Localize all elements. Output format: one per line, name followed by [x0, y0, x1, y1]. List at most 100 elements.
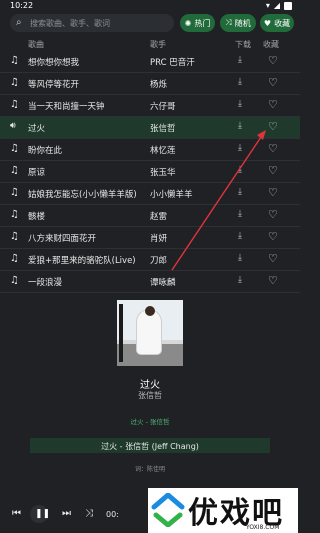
song-title: 想你想你想我	[28, 58, 80, 68]
pause-icon: ❚❚	[35, 509, 51, 519]
favorite-heart-icon[interactable]: ♡	[268, 76, 278, 89]
download-icon[interactable]: ⤓	[238, 143, 242, 153]
elapsed-time: 00:	[106, 510, 119, 519]
now-playing-title: 过火	[140, 380, 160, 391]
current-lyric-text: 过火 - 张信哲 (Jeff Chang)	[101, 442, 199, 451]
now-playing-label: 过火 - 张信哲	[130, 418, 170, 426]
shuffle-mode-icon[interactable]: ⤨	[85, 508, 93, 519]
favorite-heart-icon[interactable]: ♡	[268, 54, 278, 67]
song-artist: 小小懒羊羊	[150, 190, 193, 200]
favorite-heart-icon[interactable]: ♡	[268, 164, 278, 177]
header-favorite: 收藏	[263, 40, 279, 49]
table-row[interactable]: ♫ 骸楼 赵雷 ⤓ ♡	[0, 205, 300, 227]
table-row[interactable]: ♫ 八方来财四面花开 肖妍 ⤓ ♡	[0, 227, 300, 249]
filter-random-button[interactable]: ⤨ 随机	[220, 14, 256, 32]
search-placeholder: 搜索歌曲、歌手、歌词	[30, 19, 110, 28]
album-cover	[117, 300, 183, 366]
favorite-heart-icon[interactable]: ♡	[268, 120, 278, 133]
song-artist: 赵雷	[150, 212, 168, 222]
watermark: 优戏吧 YOXI8.COM	[148, 488, 298, 533]
song-artist: 张信哲	[150, 124, 176, 134]
download-icon[interactable]: ⤓	[238, 253, 242, 263]
song-title: 一段浪漫	[28, 278, 63, 288]
music-note-icon: ♫	[10, 209, 19, 220]
music-note-icon: ♫	[10, 275, 19, 286]
song-title: 爱狼+那里来的骆驼队(Live)	[28, 256, 136, 266]
speaker-icon: 🔊︎	[10, 121, 16, 131]
download-icon[interactable]: ⤓	[238, 77, 242, 87]
song-title: 姑娘我怎能忘(小小懒羊羊版)	[28, 190, 137, 200]
table-row[interactable]: 🔊︎ 过火 张信哲 ⤓ ♡	[0, 117, 300, 139]
table-row[interactable]: ♫ 爱狼+那里来的骆驼队(Live) 刀郎 ⤓ ♡	[0, 249, 300, 271]
signal-icon: ▾	[265, 1, 270, 10]
favorite-heart-icon[interactable]: ♡	[268, 208, 278, 221]
filter-hot-button[interactable]: ✺ 热门	[180, 14, 215, 32]
music-note-icon: ♫	[10, 55, 19, 66]
previous-icon[interactable]: ⏮	[12, 508, 21, 519]
download-icon[interactable]: ⤓	[238, 209, 242, 219]
lyric-credit: 词：陈佳明	[134, 466, 165, 473]
next-icon[interactable]: ⏭	[62, 508, 71, 519]
download-icon[interactable]: ⤓	[238, 275, 242, 285]
favorite-heart-icon[interactable]: ♡	[268, 230, 278, 243]
table-row[interactable]: ♫ 想你想你想我 PRC 巴音汗 ⤓ ♡	[0, 51, 300, 73]
song-artist: 刀郎	[150, 256, 168, 266]
table-row[interactable]: ♫ 姑娘我怎能忘(小小懒羊羊版) 小小懒羊羊 ⤓ ♡	[0, 183, 300, 205]
favorite-heart-icon[interactable]: ♡	[268, 98, 278, 111]
filter-favorite-label: 收藏	[274, 18, 291, 28]
download-icon[interactable]: ⤓	[238, 99, 242, 109]
song-artist: 六仔哥	[150, 102, 176, 112]
search-input[interactable]: ⌕ 搜索歌曲、歌手、歌词	[10, 14, 174, 32]
filter-hot-label: 热门	[194, 18, 211, 28]
status-bar: 10:22 ▾ ◢	[0, 0, 300, 14]
song-title: 原谅	[28, 168, 46, 178]
song-artist: 林忆莲	[150, 146, 176, 156]
music-note-icon: ♫	[10, 77, 19, 88]
song-title: 八方来财四面花开	[28, 234, 97, 244]
status-time: 10:22	[10, 1, 34, 10]
song-artist: 杨烁	[150, 80, 168, 90]
watermark-url: YOXI8.COM	[246, 524, 280, 531]
table-row[interactable]: ♫ 盼你在此 林忆莲 ⤓ ♡	[0, 139, 300, 161]
search-icon: ⌕	[16, 17, 22, 28]
status-icons: ▾ ◢	[266, 1, 292, 10]
top-bar: ⌕ 搜索歌曲、歌手、歌词 ✺ 热门 ⤨ 随机 ♥ 收藏	[0, 14, 300, 36]
download-icon[interactable]: ⤓	[238, 121, 242, 131]
player-controls: ⏮ ❚❚ ⏭ ⤨ 00:	[0, 495, 120, 531]
table-row[interactable]: ♫ 当一天和尚撞一天钟 六仔哥 ⤓ ♡	[0, 95, 300, 117]
favorite-heart-icon[interactable]: ♡	[268, 186, 278, 199]
battery-icon	[284, 1, 292, 10]
now-playing-artist: 张信哲	[138, 391, 162, 400]
song-artist: PRC 巴音汗	[150, 58, 195, 68]
heart-icon: ♥	[263, 18, 272, 28]
table-row[interactable]: ♫ 一段浪漫 谭咏麟 ⤓ ♡	[0, 271, 300, 293]
song-title: 过火	[28, 124, 46, 134]
song-table-header: 歌曲 歌手 下载 收藏	[0, 37, 300, 51]
favorite-heart-icon[interactable]: ♡	[268, 142, 278, 155]
pause-button[interactable]: ❚❚	[30, 505, 51, 523]
song-title: 当一天和尚撞一天钟	[28, 102, 105, 112]
header-download: 下载	[235, 40, 251, 49]
watermark-logo-icon	[151, 493, 185, 527]
music-note-icon: ♫	[10, 187, 19, 198]
download-icon[interactable]: ⤓	[238, 187, 242, 197]
favorite-heart-icon[interactable]: ♡	[268, 274, 278, 287]
filter-favorite-button[interactable]: ♥ 收藏	[260, 14, 294, 32]
download-icon[interactable]: ⤓	[238, 55, 242, 65]
song-title: 盼你在此	[28, 146, 63, 156]
music-note-icon: ♫	[10, 231, 19, 242]
table-row[interactable]: ♫ 等风停等花开 杨烁 ⤓ ♡	[0, 73, 300, 95]
wifi-icon: ◢	[273, 1, 280, 10]
song-artist: 谭咏麟	[150, 278, 176, 288]
download-icon[interactable]: ⤓	[238, 165, 242, 175]
song-title: 骸楼	[28, 212, 46, 222]
song-artist: 张玉华	[150, 168, 176, 178]
song-artist: 肖妍	[150, 234, 168, 244]
filter-random-label: 随机	[234, 18, 251, 28]
music-note-icon: ♫	[10, 99, 19, 110]
song-title: 等风停等花开	[28, 80, 80, 90]
download-icon[interactable]: ⤓	[238, 231, 242, 241]
table-row[interactable]: ♫ 原谅 张玉华 ⤓ ♡	[0, 161, 300, 183]
favorite-heart-icon[interactable]: ♡	[268, 252, 278, 265]
music-note-icon: ♫	[10, 143, 19, 154]
